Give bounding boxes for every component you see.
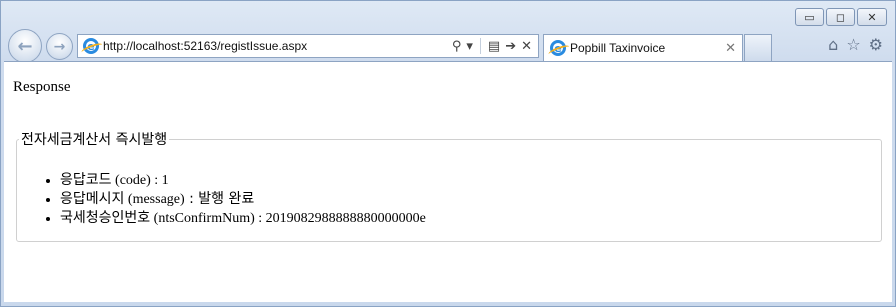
home-icon[interactable]: ⌂ — [828, 35, 838, 54]
tab-close-icon[interactable]: ✕ — [725, 41, 736, 56]
back-arrow-icon: ← — [17, 35, 33, 57]
go-arrow-icon[interactable]: ➔ — [505, 39, 516, 54]
close-window-button[interactable]: ✕ — [857, 8, 887, 26]
item-value: : 발행 완료 — [184, 191, 255, 207]
minimize-button[interactable]: ▭ — [795, 8, 824, 26]
new-tab-button[interactable] — [744, 34, 772, 61]
url-text[interactable]: http://localhost:52163/registIssue.aspx — [103, 39, 452, 53]
item-label: 응답메시지 — [60, 191, 125, 207]
maximize-button[interactable]: ◻ — [826, 8, 855, 26]
ie-page-icon: e — [83, 38, 99, 54]
list-item-code: 응답코드 (code) : 1 — [60, 171, 871, 190]
page-content: Response 전자세금계산서 즉시발행 응답코드 (code) : 1 응답… — [4, 61, 892, 302]
browser-toolbar-icons: ⌂ ☆ ⚙ — [828, 35, 883, 54]
forward-arrow-icon: → — [53, 38, 66, 55]
section-legend: 전자세금계산서 즉시발행 — [21, 132, 168, 148]
forward-button[interactable]: → — [46, 33, 73, 60]
item-value: : 1 — [150, 173, 169, 188]
page-title: Response — [13, 79, 71, 95]
item-value: : 2019082988888880000000e — [254, 211, 426, 226]
star-icon[interactable]: ☆ — [846, 35, 860, 54]
tab-title: Popbill Taxinvoice — [570, 41, 666, 55]
list-item-message: 응답메시지 (message) : 발행 완료 — [60, 190, 871, 209]
item-label: 국세청승인번호 — [60, 210, 151, 226]
item-key: (code) — [115, 173, 151, 188]
item-key: (ntsConfirmNum) — [153, 211, 255, 226]
item-key: (message) — [127, 192, 185, 207]
tab-active[interactable]: e Popbill Taxinvoice ✕ — [543, 34, 743, 61]
separator — [479, 38, 481, 54]
address-bar[interactable]: e http://localhost:52163/registIssue.asp… — [77, 34, 539, 58]
dropdown-chevron-icon[interactable]: ▾ — [466, 39, 473, 54]
back-button[interactable]: ← — [8, 29, 42, 63]
item-label: 응답코드 — [60, 172, 112, 188]
stop-icon[interactable]: ✕ — [521, 39, 532, 54]
browser-window: ▭ ◻ ✕ ← → e http://localhost:52163/regis… — [0, 0, 896, 307]
list-item-nts-confirm-num: 국세청승인번호 (ntsConfirmNum) : 20190829888888… — [60, 209, 871, 228]
search-icon[interactable]: ⚲ — [452, 39, 462, 54]
compat-view-icon[interactable]: ▤ — [488, 39, 500, 54]
result-fieldset: 전자세금계산서 즉시발행 응답코드 (code) : 1 응답메시지 (mess… — [16, 129, 882, 242]
ie-tab-icon: e — [550, 40, 566, 56]
gear-icon[interactable]: ⚙ — [869, 35, 883, 54]
result-list: 응답코드 (code) : 1 응답메시지 (message) : 발행 완료 … — [60, 171, 871, 228]
window-caption-buttons: ▭ ◻ ✕ — [793, 8, 887, 26]
